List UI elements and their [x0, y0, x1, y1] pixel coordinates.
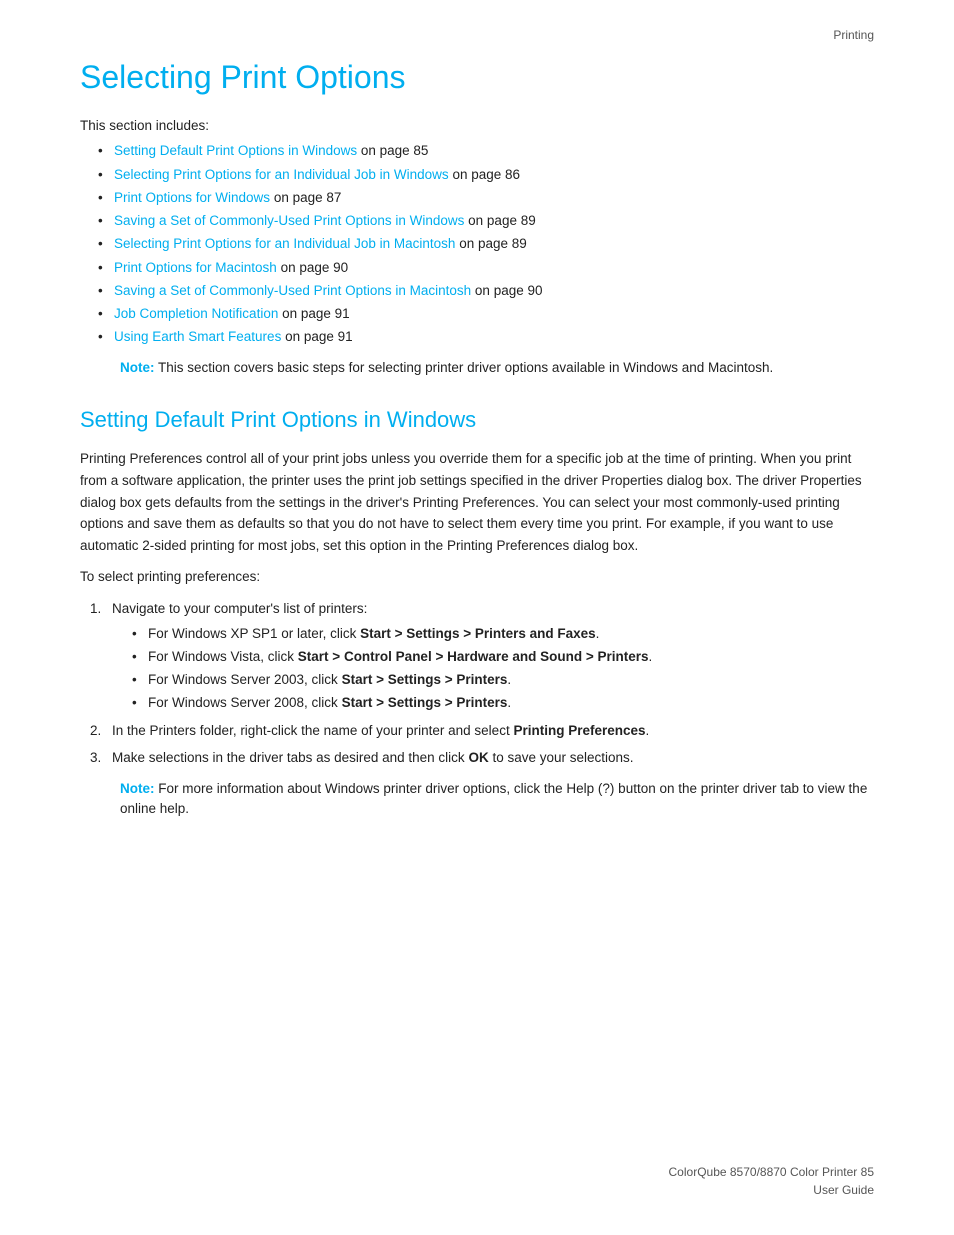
toc-link-5[interactable]: Selecting Print Options for an Individua… — [114, 236, 455, 251]
sub-item-4-bold: Start > Settings > Printers — [342, 695, 508, 710]
toc-note-text: This section covers basic steps for sele… — [155, 360, 774, 375]
list-item: For Windows Server 2008, click Start > S… — [132, 693, 874, 713]
sub-item-3-bold: Start > Settings > Printers — [342, 672, 508, 687]
footer: ColorQube 8570/8870 Color Printer 85 User… — [669, 1163, 874, 1199]
step-1: Navigate to your computer's list of prin… — [80, 598, 874, 714]
list-item: Job Completion Notification on page 91 — [98, 304, 874, 324]
list-item: Selecting Print Options for an Individua… — [98, 165, 874, 185]
section1-note: Note: For more information about Windows… — [120, 779, 874, 820]
list-item: Saving a Set of Commonly-Used Print Opti… — [98, 211, 874, 231]
list-item: For Windows XP SP1 or later, click Start… — [132, 624, 874, 644]
step-2-before: In the Printers folder, right-click the … — [112, 723, 513, 738]
toc-link-1[interactable]: Setting Default Print Options in Windows — [114, 143, 357, 158]
list-item: Print Options for Windows on page 87 — [98, 188, 874, 208]
footer-product: ColorQube 8570/8870 Color Printer — [669, 1165, 858, 1179]
sub-item-2-bold: Start > Control Panel > Hardware and Sou… — [298, 649, 649, 664]
section1-note-text: For more information about Windows print… — [120, 781, 867, 816]
toc-suffix-3: on page 87 — [270, 190, 341, 205]
page-title: Selecting Print Options — [80, 58, 874, 96]
toc-suffix-8: on page 91 — [278, 306, 349, 321]
section1-body2: To select printing preferences: — [80, 566, 874, 588]
header-section-label: Printing — [833, 28, 874, 42]
toc-suffix-7: on page 90 — [471, 283, 542, 298]
sub-item-3-before: For Windows Server 2003, click — [148, 672, 342, 687]
toc-link-4[interactable]: Saving a Set of Commonly-Used Print Opti… — [114, 213, 464, 228]
step-2-after: . — [646, 723, 650, 738]
toc-note-label: Note: — [120, 360, 155, 375]
section1-body1: Printing Preferences control all of your… — [80, 448, 874, 556]
intro-label: This section includes: — [80, 118, 874, 133]
toc-link-8[interactable]: Job Completion Notification — [114, 306, 278, 321]
sub-item-2-before: For Windows Vista, click — [148, 649, 298, 664]
sub-item-1-after: . — [596, 626, 600, 641]
toc-suffix-5: on page 89 — [455, 236, 526, 251]
step-3-bold: OK — [468, 750, 488, 765]
toc-list: Setting Default Print Options in Windows… — [98, 141, 874, 347]
toc-suffix-6: on page 90 — [277, 260, 348, 275]
sub-item-4-before: For Windows Server 2008, click — [148, 695, 342, 710]
footer-guide: User Guide — [813, 1183, 874, 1197]
toc-suffix-2: on page 86 — [449, 167, 520, 182]
list-item: For Windows Vista, click Start > Control… — [132, 647, 874, 667]
section1-heading: Setting Default Print Options in Windows — [80, 406, 874, 435]
sub-item-4-after: . — [507, 695, 511, 710]
section1-note-label: Note: — [120, 781, 155, 796]
toc-link-9[interactable]: Using Earth Smart Features — [114, 329, 281, 344]
toc-link-7[interactable]: Saving a Set of Commonly-Used Print Opti… — [114, 283, 471, 298]
steps-list: Navigate to your computer's list of prin… — [80, 598, 874, 769]
step-2: In the Printers folder, right-click the … — [80, 720, 874, 742]
step-1-text: Navigate to your computer's list of prin… — [112, 601, 367, 616]
step-3: Make selections in the driver tabs as de… — [80, 747, 874, 769]
sub-item-1-bold: Start > Settings > Printers and Faxes — [360, 626, 596, 641]
toc-suffix-9: on page 91 — [281, 329, 352, 344]
footer-page: 85 — [861, 1165, 874, 1179]
toc-link-6[interactable]: Print Options for Macintosh — [114, 260, 277, 275]
sub-item-1-before: For Windows XP SP1 or later, click — [148, 626, 360, 641]
list-item: For Windows Server 2003, click Start > S… — [132, 670, 874, 690]
step-1-subitems: For Windows XP SP1 or later, click Start… — [132, 624, 874, 714]
toc-link-2[interactable]: Selecting Print Options for an Individua… — [114, 167, 449, 182]
toc-note: Note: This section covers basic steps fo… — [120, 358, 874, 378]
list-item: Using Earth Smart Features on page 91 — [98, 327, 874, 347]
list-item: Print Options for Macintosh on page 90 — [98, 258, 874, 278]
sub-item-2-after: . — [649, 649, 653, 664]
list-item: Saving a Set of Commonly-Used Print Opti… — [98, 281, 874, 301]
toc-suffix-1: on page 85 — [357, 143, 428, 158]
step-3-after: to save your selections. — [489, 750, 634, 765]
step-3-before: Make selections in the driver tabs as de… — [112, 750, 468, 765]
sub-item-3-after: . — [507, 672, 511, 687]
step-2-bold: Printing Preferences — [513, 723, 645, 738]
page: Printing Selecting Print Options This se… — [0, 0, 954, 1235]
toc-suffix-4: on page 89 — [464, 213, 535, 228]
list-item: Setting Default Print Options in Windows… — [98, 141, 874, 161]
list-item: Selecting Print Options for an Individua… — [98, 234, 874, 254]
toc-link-3[interactable]: Print Options for Windows — [114, 190, 270, 205]
